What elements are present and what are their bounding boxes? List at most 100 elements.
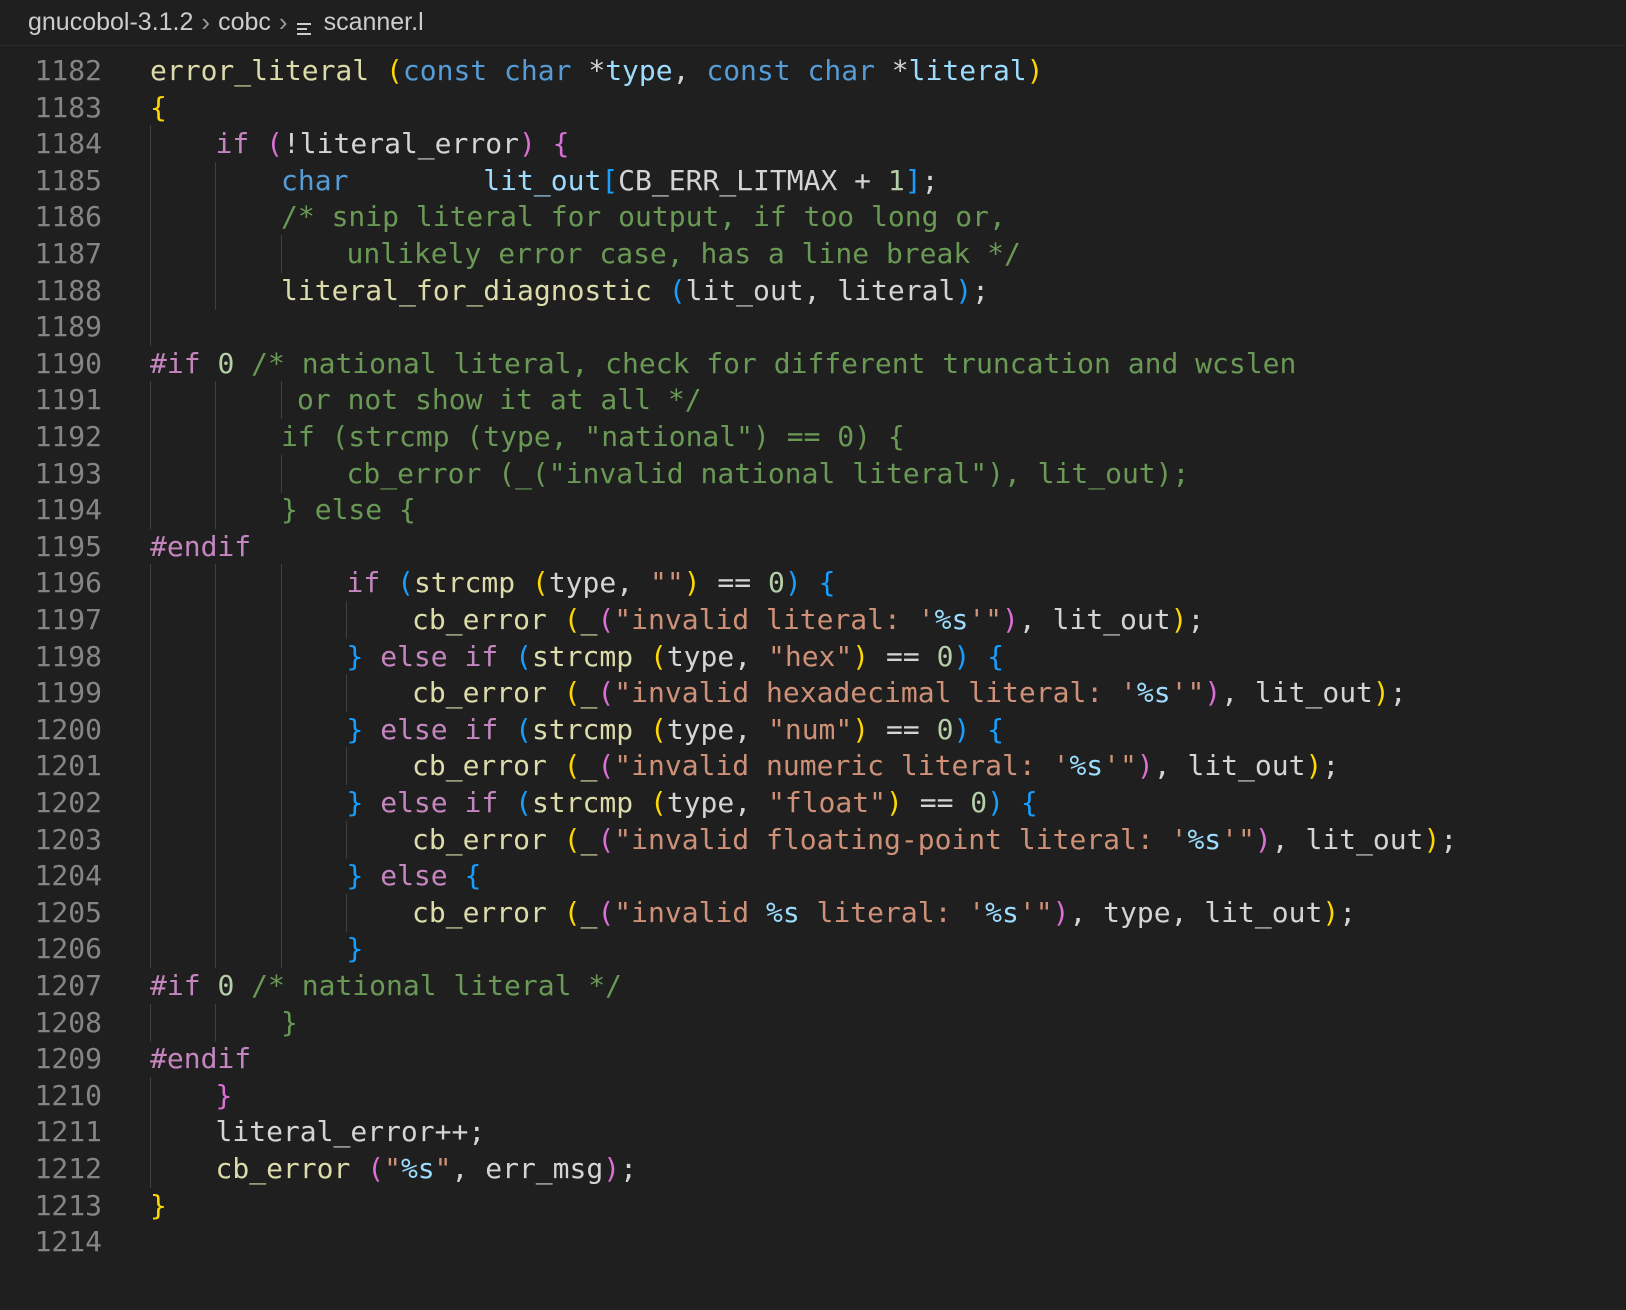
code-token: '": [1170, 676, 1205, 710]
line-number: 1214: [34, 1225, 102, 1259]
code-token: if: [346, 566, 381, 600]
code-token: ==: [869, 712, 937, 746]
code-token: "num": [767, 712, 853, 746]
code-line[interactable]: 1187 unlikely error case, has a line brea…: [0, 235, 1626, 273]
indent-guide: [215, 271, 216, 310]
code-token: , lit_out: [1153, 749, 1306, 783]
code-line[interactable]: 1211 literal_error++;: [0, 1113, 1626, 1152]
breadcrumb-segment-folder-cobc[interactable]: cobc: [218, 8, 271, 37]
code-line[interactable]: 1185 char lit_out[CB_ERR_LITMAX + 1];: [0, 161, 1626, 200]
indent-guide: [215, 235, 216, 273]
code-line[interactable]: 1193 cb_error (_("invalid national litera…: [0, 454, 1626, 493]
line-number: 1188: [34, 273, 102, 307]
code-token: _: [580, 749, 598, 783]
indent-guide: [150, 271, 151, 310]
code-line[interactable]: 1194} else {: [0, 491, 1626, 530]
code-token: }: [346, 786, 364, 819]
code-text: } else if (strcmp (type, "num") == 0) {: [347, 711, 1005, 749]
line-number: 1189: [34, 310, 102, 344]
code-token: ): [784, 566, 802, 600]
code-token: literal_for_diagnostic: [281, 273, 652, 307]
code-token: "invalid: [614, 895, 767, 929]
breadcrumb-segment-file[interactable]: scanner.l: [324, 8, 424, 37]
chevron-right-icon: ›: [278, 7, 288, 37]
code-line[interactable]: 1201 cb_error (_("invalid numeric literal…: [0, 747, 1626, 786]
code-line[interactable]: 1203 cb_error (_("invalid floating-point …: [0, 820, 1626, 859]
code-line[interactable]: 1188 literal_for_diagnostic (lit_out, lit…: [0, 271, 1626, 310]
code-line[interactable]: 1204} else {: [0, 857, 1626, 896]
indent-guide: [150, 601, 151, 639]
code-editor[interactable]: 1182 error_literal (const char *type, con…: [0, 52, 1626, 1310]
code-line[interactable]: 1200 } else if (strcmp (type, "num") == 0…: [0, 710, 1626, 749]
indent-guide: [150, 418, 151, 456]
line-number: 1197: [34, 603, 102, 636]
indent-guide: [281, 564, 282, 603]
indent-guide: [346, 601, 347, 639]
code-token: strcmp: [413, 566, 516, 600]
code-token: (: [649, 639, 667, 673]
code-line[interactable]: 1182 error_literal (const char *type, con…: [0, 52, 1626, 90]
code-token: if (strcmp (type, "national") == 0) {: [281, 420, 905, 453]
breadcrumb-segment-folder-root[interactable]: gnucobol-3.1.2: [28, 8, 193, 37]
code-token: (: [367, 1152, 385, 1185]
indent-guide: [150, 857, 151, 896]
code-token: "invalid literal: ': [614, 603, 935, 636]
code-line[interactable]: 1195 #endif: [0, 528, 1626, 566]
code-line[interactable]: 1186 /* snip literal for output, if too l…: [0, 198, 1626, 237]
code-line[interactable]: 1183 {: [0, 89, 1626, 127]
line-number: 1199: [34, 676, 102, 710]
code-line[interactable]: 1197 cb_error (_("invalid literal: '%s'")…: [0, 601, 1626, 639]
code-line[interactable]: 1213}: [0, 1187, 1626, 1225]
code-line[interactable]: 1206}: [0, 930, 1626, 969]
code-line[interactable]: 1199 cb_error (_("invalid hexadecimal lit…: [0, 674, 1626, 713]
indent-guide: [150, 893, 151, 932]
code-text: #if 0 /* national literal, check for dif…: [150, 345, 1296, 383]
indent-guide: [150, 308, 151, 347]
code-text: literal_error++;: [216, 1113, 486, 1151]
line-number: 1200: [34, 712, 102, 746]
code-text: } else {: [281, 491, 416, 529]
code-line[interactable]: 1191 or not show it at all */: [0, 381, 1626, 420]
code-line[interactable]: 1207 #if 0 /* national literal */: [0, 967, 1626, 1005]
code-line[interactable]: 1212 cb_error ("%s", err_msg);: [0, 1150, 1626, 1188]
code-line[interactable]: 1184 if (!literal_error) {: [0, 125, 1626, 164]
code-token: cb_error: [215, 1152, 351, 1185]
code-token: ): [886, 786, 903, 819]
indent-guide: [215, 710, 216, 749]
line-number: 1212: [34, 1152, 102, 1185]
code-line[interactable]: 1202} else if (strcmp (type, "float") ==…: [0, 784, 1626, 822]
code-token: ): [1204, 676, 1222, 710]
code-token: ;: [620, 1152, 637, 1185]
code-line[interactable]: 1198} else if (strcmp (type, "hex") == 0…: [0, 637, 1626, 676]
code-token: type,: [666, 712, 768, 746]
code-token: }: [281, 1005, 298, 1039]
code-text: #if 0 /* national literal */: [150, 967, 622, 1005]
code-line[interactable]: 1214: [0, 1223, 1626, 1261]
code-token: %s: [1069, 749, 1104, 783]
code-line[interactable]: 1205 cb_error (_("invalid %s literal: '%s…: [0, 893, 1626, 932]
indent-guide: [215, 454, 216, 493]
line-number: 1182: [34, 54, 102, 87]
code-line[interactable]: 1210}: [0, 1076, 1626, 1115]
code-token: %s: [1187, 822, 1222, 856]
code-token: /* national literal, check for different…: [251, 346, 1297, 380]
code-line[interactable]: 1196 if (strcmp (type, "") == 0) {: [0, 564, 1626, 603]
code-token: ): [953, 639, 971, 673]
code-line[interactable]: 1192 if (strcmp (type, "national") == 0) …: [0, 418, 1626, 456]
indent-guide: [281, 454, 282, 493]
code-token: ]: [904, 163, 922, 197]
code-line[interactable]: 1190 #if 0 /* national literal, check for…: [0, 345, 1626, 383]
code-text: cb_error (_("invalid hexadecimal literal…: [412, 674, 1407, 712]
code-token: (: [649, 786, 667, 819]
code-line[interactable]: 1189: [0, 308, 1626, 347]
code-line[interactable]: 1208}: [0, 1003, 1626, 1042]
indent-guide: [215, 784, 216, 822]
indent-guide: [150, 564, 151, 603]
code-line[interactable]: 1209 #endif: [0, 1040, 1626, 1078]
